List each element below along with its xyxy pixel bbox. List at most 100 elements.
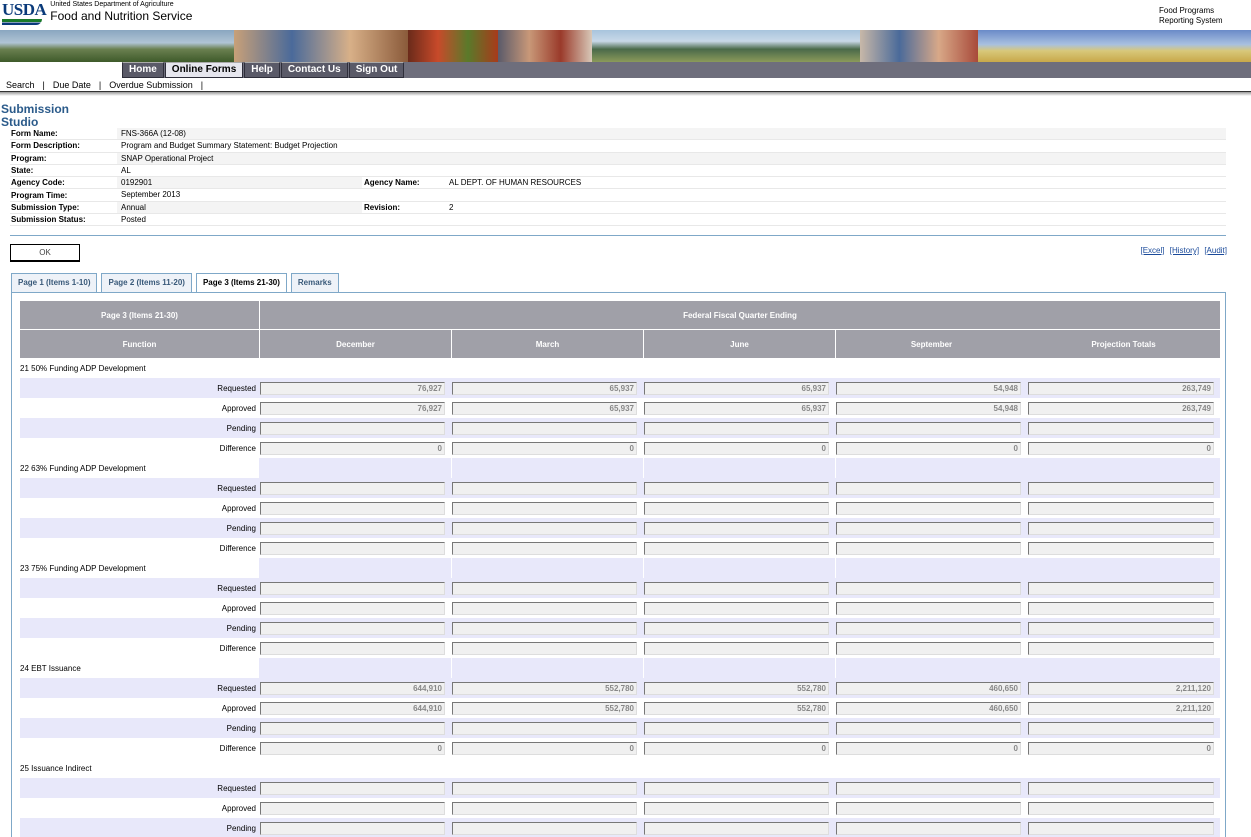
amount-field[interactable]: 460,650 (836, 681, 1021, 695)
amount-field[interactable]: 0 (1028, 441, 1214, 455)
amount-field[interactable]: 65,937 (452, 401, 637, 415)
amount-field[interactable]: 644,910 (260, 701, 445, 715)
amount-field[interactable]: 263,749 (1028, 401, 1214, 415)
amount-field[interactable]: 76,927 (260, 381, 445, 395)
amount-field[interactable] (836, 721, 1021, 735)
amount-field[interactable] (452, 501, 637, 515)
amount-field[interactable] (644, 501, 829, 515)
amount-field[interactable]: 0 (836, 741, 1021, 755)
amount-field[interactable] (1028, 621, 1214, 635)
amount-field[interactable]: 460,650 (836, 701, 1021, 715)
amount-field[interactable] (644, 721, 829, 735)
amount-field[interactable] (836, 601, 1021, 615)
amount-field[interactable]: 552,780 (452, 681, 637, 695)
nav-home[interactable]: Home (122, 62, 164, 78)
amount-field[interactable] (1028, 501, 1214, 515)
amount-field[interactable] (1028, 521, 1214, 535)
amount-field[interactable]: 76,927 (260, 401, 445, 415)
excel-link[interactable]: [Excel] (1140, 246, 1164, 255)
amount-field[interactable] (1028, 801, 1214, 815)
tab-remarks[interactable]: Remarks (290, 273, 339, 292)
history-link[interactable]: [History] (1170, 246, 1199, 255)
amount-field[interactable]: 65,937 (644, 381, 829, 395)
amount-field[interactable]: 0 (644, 441, 829, 455)
amount-field[interactable] (452, 581, 637, 595)
amount-field[interactable] (644, 621, 829, 635)
subnav-overdue-submission[interactable]: Overdue Submission (109, 80, 193, 90)
amount-field[interactable]: 0 (836, 441, 1021, 455)
amount-field[interactable]: 0 (644, 741, 829, 755)
amount-field[interactable] (836, 781, 1021, 795)
amount-field[interactable]: 2,211,120 (1028, 681, 1214, 695)
amount-field[interactable]: 0 (452, 741, 637, 755)
amount-field[interactable] (1028, 601, 1214, 615)
amount-field[interactable] (644, 601, 829, 615)
amount-field[interactable] (1028, 481, 1214, 495)
amount-field[interactable] (836, 581, 1021, 595)
amount-field[interactable]: 0 (260, 441, 445, 455)
amount-field[interactable] (836, 521, 1021, 535)
amount-field[interactable] (1028, 541, 1214, 555)
amount-field[interactable]: 2,211,120 (1028, 701, 1214, 715)
nav-help[interactable]: Help (244, 62, 280, 78)
amount-field[interactable]: 552,780 (644, 701, 829, 715)
amount-field[interactable] (836, 821, 1021, 835)
amount-field[interactable] (260, 621, 445, 635)
amount-field[interactable] (452, 821, 637, 835)
amount-field[interactable] (452, 721, 637, 735)
amount-field[interactable] (260, 601, 445, 615)
amount-field[interactable] (836, 501, 1021, 515)
amount-field[interactable] (452, 421, 637, 435)
amount-field[interactable] (452, 481, 637, 495)
amount-field[interactable] (644, 521, 829, 535)
amount-field[interactable]: 263,749 (1028, 381, 1214, 395)
amount-field[interactable] (452, 521, 637, 535)
amount-field[interactable] (260, 481, 445, 495)
amount-field[interactable] (260, 721, 445, 735)
amount-field[interactable] (836, 481, 1021, 495)
amount-field[interactable]: 65,937 (452, 381, 637, 395)
amount-field[interactable] (644, 821, 829, 835)
amount-field[interactable] (260, 421, 445, 435)
amount-field[interactable] (260, 781, 445, 795)
amount-field[interactable]: 54,948 (836, 381, 1021, 395)
amount-field[interactable] (644, 481, 829, 495)
amount-field[interactable] (644, 641, 829, 655)
amount-field[interactable] (644, 541, 829, 555)
amount-field[interactable] (452, 801, 637, 815)
amount-field[interactable] (1028, 721, 1214, 735)
amount-field[interactable] (1028, 781, 1214, 795)
amount-field[interactable] (452, 781, 637, 795)
tab-page-3[interactable]: Page 3 (Items 21-30) (195, 273, 287, 293)
amount-field[interactable]: 552,780 (452, 701, 637, 715)
amount-field[interactable] (452, 541, 637, 555)
tab-page-1[interactable]: Page 1 (Items 1-10) (11, 273, 98, 292)
amount-field[interactable]: 65,937 (644, 401, 829, 415)
amount-field[interactable] (644, 781, 829, 795)
amount-field[interactable] (452, 601, 637, 615)
amount-field[interactable]: 54,948 (836, 401, 1021, 415)
amount-field[interactable] (836, 421, 1021, 435)
subnav-due-date[interactable]: Due Date (53, 80, 91, 90)
amount-field[interactable] (452, 621, 637, 635)
amount-field[interactable] (836, 801, 1021, 815)
amount-field[interactable] (836, 541, 1021, 555)
amount-field[interactable] (1028, 421, 1214, 435)
amount-field[interactable]: 644,910 (260, 681, 445, 695)
amount-field[interactable]: 0 (452, 441, 637, 455)
tab-page-2[interactable]: Page 2 (Items 11-20) (101, 273, 192, 292)
subnav-search[interactable]: Search (6, 80, 35, 90)
amount-field[interactable] (260, 821, 445, 835)
amount-field[interactable]: 0 (1028, 741, 1214, 755)
amount-field[interactable] (260, 521, 445, 535)
amount-field[interactable] (260, 581, 445, 595)
audit-link[interactable]: [Audit] (1204, 246, 1227, 255)
amount-field[interactable] (260, 641, 445, 655)
amount-field[interactable] (644, 421, 829, 435)
amount-field[interactable] (260, 801, 445, 815)
amount-field[interactable] (1028, 641, 1214, 655)
amount-field[interactable]: 552,780 (644, 681, 829, 695)
amount-field[interactable] (836, 621, 1021, 635)
nav-online-forms[interactable]: Online Forms (164, 62, 244, 78)
amount-field[interactable] (1028, 581, 1214, 595)
